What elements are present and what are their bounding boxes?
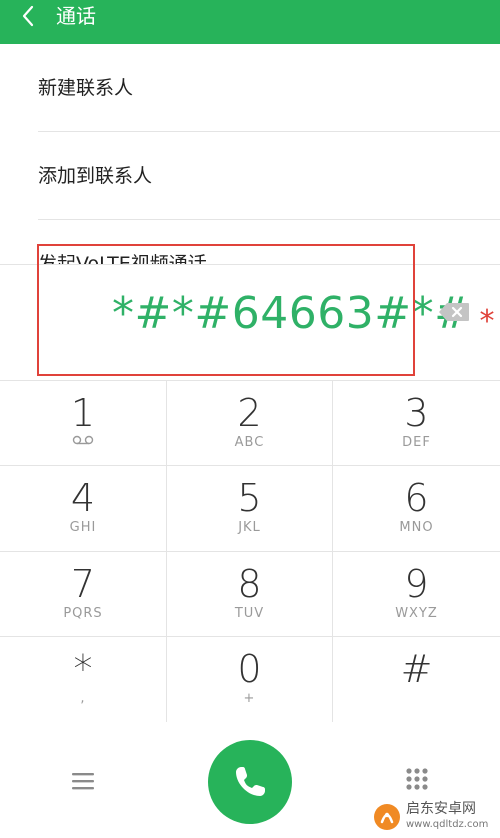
phone-icon bbox=[236, 767, 265, 796]
watermark-text: 启东安卓网 bbox=[406, 801, 476, 817]
key-digit: 9 bbox=[404, 562, 429, 606]
watermark-logo-icon bbox=[374, 804, 400, 830]
watermark: 启东安卓网 www.qdltdz.com bbox=[372, 800, 500, 838]
key-digit: 3 bbox=[404, 391, 429, 435]
key-digit: 7 bbox=[70, 562, 96, 606]
page-title: 通话 bbox=[56, 4, 96, 28]
key-letters: ABC bbox=[234, 435, 265, 450]
watermark-url: www.qdltdz.com bbox=[406, 819, 489, 830]
key-digit: 8 bbox=[237, 562, 262, 606]
key-digit: 1 bbox=[70, 391, 96, 435]
key-7[interactable]: 7 PQRS bbox=[0, 552, 167, 637]
key-digit: 5 bbox=[237, 476, 262, 520]
key-digit: 0 bbox=[237, 647, 262, 691]
key-digit: # bbox=[400, 647, 433, 691]
key-5[interactable]: 5 JKL bbox=[167, 466, 333, 552]
key-letters: + bbox=[243, 691, 256, 706]
header-bar: 通话 bbox=[0, 0, 500, 44]
menu-item-label: 新建联系人 bbox=[38, 77, 134, 99]
key-0[interactable]: 0 + bbox=[167, 637, 333, 723]
key-6[interactable]: 6 MNO bbox=[333, 466, 500, 552]
keypad: 1 2 ABC 3 DEF 4 GHI 5 JKL 6 MNO 7 PQRS 8… bbox=[0, 380, 500, 723]
key-letters: MNO bbox=[399, 520, 434, 535]
key-1[interactable]: 1 bbox=[0, 381, 167, 466]
highlight-asterisk: * bbox=[479, 304, 495, 339]
key-digit: 4 bbox=[70, 476, 96, 520]
key-letters: PQRS bbox=[63, 606, 103, 621]
key-3[interactable]: 3 DEF bbox=[333, 381, 500, 466]
key-8[interactable]: 8 TUV bbox=[167, 552, 333, 637]
key-letters: WXYZ bbox=[395, 606, 438, 621]
key-letters: JKL bbox=[238, 520, 261, 535]
key-star[interactable]: * , bbox=[0, 637, 167, 723]
key-digit: 2 bbox=[237, 391, 262, 435]
key-letters: GHI bbox=[69, 520, 97, 535]
menu-item-new-contact[interactable]: 新建联系人 bbox=[0, 44, 500, 132]
menu-item-label: 添加到联系人 bbox=[38, 165, 153, 187]
key-2[interactable]: 2 ABC bbox=[167, 381, 333, 466]
back-arrow-icon[interactable] bbox=[20, 4, 36, 28]
key-digit: 6 bbox=[404, 476, 429, 520]
key-digit: * bbox=[73, 647, 93, 691]
key-hash[interactable]: # bbox=[333, 637, 500, 723]
voicemail-icon bbox=[72, 435, 94, 445]
call-button[interactable] bbox=[208, 740, 292, 824]
menu-item-add-to-contact[interactable]: 添加到联系人 bbox=[0, 132, 500, 220]
key-letters: DEF bbox=[402, 435, 431, 450]
menu-icon[interactable] bbox=[72, 772, 94, 790]
dialer-screen: 通话 新建联系人 添加到联系人 发起VoLTE视频通话 *#*#64663#*#… bbox=[0, 0, 500, 838]
key-4[interactable]: 4 GHI bbox=[0, 466, 167, 552]
highlight-box bbox=[37, 244, 415, 376]
backspace-icon[interactable] bbox=[438, 302, 470, 322]
key-9[interactable]: 9 WXYZ bbox=[333, 552, 500, 637]
key-letters: TUV bbox=[234, 606, 265, 621]
key-letters: , bbox=[80, 691, 86, 706]
keypad-grid-icon[interactable] bbox=[406, 768, 428, 790]
